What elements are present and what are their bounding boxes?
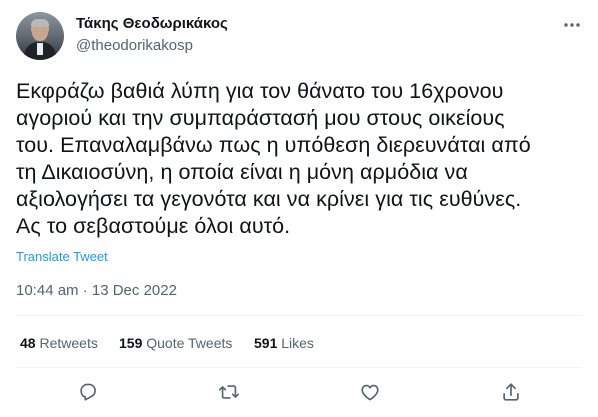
retweets-count: 48 xyxy=(20,335,36,351)
avatar[interactable] xyxy=(16,12,64,60)
tweet-text: Εκφράζω βαθιά λύπη για τον θάνατο του 16… xyxy=(16,78,591,240)
likes-count: 591 xyxy=(254,335,278,351)
retweets-label: Retweets xyxy=(39,335,98,351)
share-icon[interactable] xyxy=(500,381,522,403)
tweet-timestamp[interactable]: 10:44 am · 13 Dec 2022 xyxy=(16,282,177,299)
divider xyxy=(16,315,582,316)
likes-label: Likes xyxy=(281,335,314,351)
quote-tweets-stat[interactable]: 159 Quote Tweets xyxy=(119,335,232,351)
quotes-count: 159 xyxy=(119,335,143,351)
tweet-text-line: αξιολογήσει τα γεγονότα και να κρίνει γι… xyxy=(16,187,522,211)
like-icon[interactable] xyxy=(359,381,381,403)
author-display-name[interactable]: Τάκης Θεοδωρικάκος xyxy=(76,15,228,32)
more-icon[interactable] xyxy=(561,14,583,36)
translate-tweet-link[interactable]: Translate Tweet xyxy=(16,249,108,264)
retweet-icon[interactable] xyxy=(218,381,240,403)
quotes-label: Quote Tweets xyxy=(146,335,233,351)
likes-stat[interactable]: 591 Likes xyxy=(254,335,314,351)
tweet-text-line: αγοριού και την συμπαράστασή μου στους ο… xyxy=(16,106,505,130)
tweet-text-line: τη Δικαιοσύνη, η οποία είναι η μόνη αρμό… xyxy=(16,160,468,184)
tweet-text-line: Εκφράζω βαθιά λύπη για τον θάνατο του 16… xyxy=(16,79,504,103)
divider xyxy=(16,367,582,368)
retweets-stat[interactable]: 48 Retweets xyxy=(20,335,98,351)
tweet-text-line: του. Επαναλαμβάνω πως η υπόθεση διερευνά… xyxy=(16,133,531,157)
reply-icon[interactable] xyxy=(77,381,99,403)
tweet-card: Τάκης Θεοδωρικάκος @theodorikakosp Εκφρά… xyxy=(0,0,598,417)
tweet-text-line: Ας το σεβαστούμε όλοι αυτό. xyxy=(16,214,291,238)
author-handle[interactable]: @theodorikakosp xyxy=(76,37,193,54)
